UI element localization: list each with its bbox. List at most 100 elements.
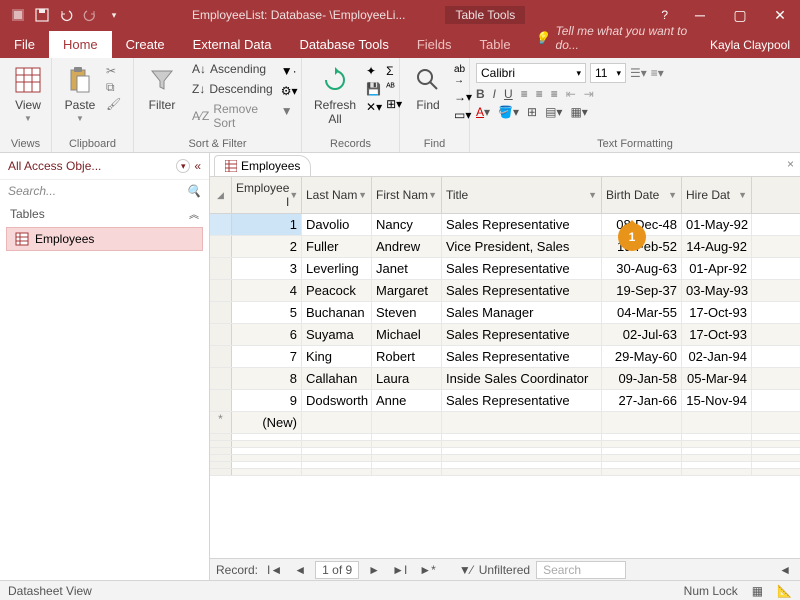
row-selector[interactable] [210,324,232,345]
nav-dropdown-icon[interactable]: ▾ [176,159,190,173]
font-family-select[interactable]: Calibri▾ [476,63,586,83]
new-row[interactable]: *(New) [210,412,800,434]
cell-title[interactable]: Sales Representative [442,346,602,367]
tab-table[interactable]: Table [466,31,525,58]
document-tab-employees[interactable]: Employees [214,155,311,176]
nav-collapse-icon[interactable]: « [194,159,201,173]
cell-last-name[interactable]: Buchanan [302,302,372,323]
cell-title[interactable]: Vice President, Sales [442,236,602,257]
record-search-input[interactable]: Search [536,561,626,579]
redo-icon[interactable] [80,5,100,25]
cell-hire-date[interactable]: 05-Mar-94 [682,368,752,389]
toggle-filter-icon[interactable]: ▼ [281,104,298,118]
new-record-nav-button[interactable]: ►* [416,563,439,577]
numbering-icon[interactable]: ≡▾ [651,66,664,80]
cell-employee-id[interactable]: 7 [232,346,302,367]
column-header-title[interactable]: Title▼ [442,177,602,213]
italic-button[interactable]: I [493,87,496,101]
table-row[interactable]: 7KingRobertSales Representative29-May-60… [210,346,800,368]
row-selector[interactable] [210,236,232,257]
table-row[interactable]: 9DodsworthAnneSales Representative27-Jan… [210,390,800,412]
cell-employee-id[interactable]: 9 [232,390,302,411]
find-button[interactable]: Find [406,60,450,116]
alt-row-icon[interactable]: ▤▾ [545,105,562,119]
cell-hire-date[interactable]: 01-May-92 [682,214,752,235]
qat-customize-icon[interactable]: ▾ [104,5,124,25]
cell-title[interactable]: Sales Representative [442,280,602,301]
cell-last-name[interactable]: King [302,346,372,367]
cell-employee-id[interactable]: 3 [232,258,302,279]
cell-employee-id[interactable]: 8 [232,368,302,389]
column-header-hire-date[interactable]: Hire Dat▼ [682,177,752,213]
cell-hire-date[interactable]: 14-Aug-92 [682,236,752,257]
undo-icon[interactable] [56,5,76,25]
selection-filter-icon[interactable]: ▼· [281,64,298,78]
indent-icon[interactable]: ⇤ [566,87,576,101]
fill-color-icon[interactable]: 🪣▾ [498,105,519,119]
nav-item-employees[interactable]: Employees [6,227,203,251]
close-tab-icon[interactable]: × [787,157,794,171]
paste-button[interactable]: Paste ▼ [58,60,102,127]
cell-hire-date[interactable]: 01-Apr-92 [682,258,752,279]
cell-employee-id[interactable]: 1 [232,214,302,235]
datasheet-view-icon[interactable]: ▦ [752,584,763,598]
cell-first-name[interactable]: Nancy [372,214,442,235]
column-header-birth-date[interactable]: Birth Date▼ [602,177,682,213]
last-record-button[interactable]: ►I [389,563,410,577]
cell-first-name[interactable]: Steven [372,302,442,323]
chevron-down-icon[interactable]: ▼ [428,190,437,200]
refresh-all-button[interactable]: Refresh All [308,60,362,130]
table-row[interactable]: 5BuchananStevenSales Manager04-Mar-5517-… [210,302,800,324]
underline-button[interactable]: U [504,87,513,101]
user-name[interactable]: Kayla Claypool [700,32,800,58]
cell-birth-date[interactable]: 29-May-60 [602,346,682,367]
cell-employee-id[interactable]: 4 [232,280,302,301]
chevron-down-icon[interactable]: ▼ [289,190,298,200]
row-selector[interactable] [210,302,232,323]
save-icon[interactable] [32,5,52,25]
row-selector[interactable] [210,390,232,411]
cell-birth-date[interactable]: 02-Jul-63 [602,324,682,345]
cell-birth-date[interactable]: 30-Aug-63 [602,258,682,279]
table-row[interactable]: 8CallahanLauraInside Sales Coordinator09… [210,368,800,390]
align-center-icon[interactable]: ≡ [536,87,543,101]
cell-last-name[interactable]: Peacock [302,280,372,301]
cell-last-name[interactable]: Dodsworth [302,390,372,411]
cell-birth-date[interactable]: 27-Jan-66 [602,390,682,411]
remove-sort-button[interactable]: A⁄ZRemove Sort [188,100,277,132]
copy-icon[interactable]: ⧉ [106,80,121,95]
column-header-last-name[interactable]: Last Nam▼ [302,177,372,213]
filter-button[interactable]: Filter [140,60,184,116]
cell-last-name[interactable]: Suyama [302,324,372,345]
advanced-filter-icon[interactable]: ⚙▾ [281,84,298,98]
tab-file[interactable]: File [0,31,49,58]
cell-first-name[interactable]: Laura [372,368,442,389]
cell-hire-date[interactable]: 15-Nov-94 [682,390,752,411]
outdent-icon[interactable]: ⇥ [584,87,594,101]
new-record-icon[interactable]: ✦ [366,64,382,78]
table-row[interactable]: 1DavolioNancySales Representative08-Dec-… [210,214,800,236]
gridlines-icon[interactable]: ⊞ [527,105,537,119]
chevron-down-icon[interactable]: ▼ [358,190,367,200]
prev-record-button[interactable]: ◄ [291,563,309,577]
format-painter-icon[interactable]: 🖌 [106,97,121,111]
tell-me-search[interactable]: 💡 Tell me what you want to do... [525,18,700,58]
cell-first-name[interactable]: Andrew [372,236,442,257]
column-header-employee-id[interactable]: Employee I▼ [232,177,302,213]
nav-header[interactable]: All Access Obje... [8,159,101,173]
tab-fields[interactable]: Fields [403,31,466,58]
row-selector[interactable] [210,368,232,389]
cell-birth-date[interactable]: 04-Mar-55 [602,302,682,323]
chevron-down-icon[interactable]: ▼ [588,190,597,200]
column-header-first-name[interactable]: First Nam▼ [372,177,442,213]
tab-external-data[interactable]: External Data [179,31,286,58]
row-selector[interactable] [210,214,232,235]
table-row[interactable]: 6SuyamaMichaelSales Representative02-Jul… [210,324,800,346]
align-icon[interactable]: ▦▾ [570,105,587,119]
cell-birth-date[interactable]: 09-Jan-58 [602,368,682,389]
align-left-icon[interactable]: ≡ [521,87,528,101]
record-position[interactable]: 1 of 9 [315,561,359,579]
table-row[interactable]: 2FullerAndrewVice President, Sales19-Feb… [210,236,800,258]
cell-employee-id[interactable]: 5 [232,302,302,323]
cell-title[interactable]: Sales Representative [442,258,602,279]
